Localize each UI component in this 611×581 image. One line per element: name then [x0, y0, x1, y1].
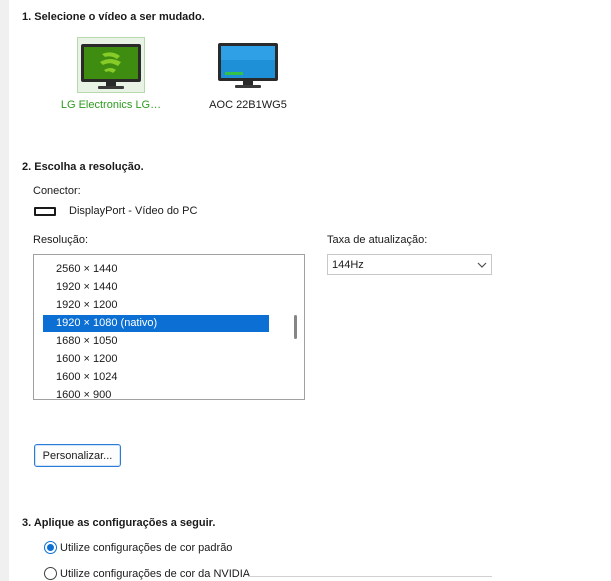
monitor-selection-frame [77, 37, 145, 93]
radio-button-checked[interactable] [44, 541, 57, 554]
list-item[interactable]: 1680 × 1050 [43, 333, 269, 350]
nvidia-monitor-icon [81, 44, 141, 89]
connector-value: DisplayPort - Vídeo do PC [69, 205, 198, 217]
displayport-icon [34, 206, 56, 216]
refresh-rate-label: Taxa de atualização: [327, 234, 428, 246]
left-panel-edge [0, 0, 9, 581]
list-item-selected[interactable]: 1920 × 1080 (nativo) [43, 315, 269, 332]
divider [248, 576, 492, 577]
refresh-rate-select[interactable]: 144Hz [327, 254, 492, 275]
section-1-title: 1. Selecione o vídeo a ser mudado. [22, 11, 205, 23]
section-2-title: 2. Escolha a resolução. [22, 161, 144, 173]
monitor-item-lg[interactable]: LG Electronics LG… [51, 37, 171, 111]
chevron-down-icon [473, 255, 491, 274]
list-item[interactable]: 1920 × 1200 [43, 297, 269, 314]
monitor-item-aoc[interactable]: AOC 22B1WG5 [188, 37, 308, 111]
radio-default-color[interactable]: Utilize configurações de cor padrão [44, 541, 232, 554]
customize-button[interactable]: Personalizar... [34, 444, 121, 467]
scrollbar-thumb[interactable] [294, 315, 297, 339]
list-item[interactable]: 1600 × 900 [43, 387, 269, 399]
list-item[interactable]: 1600 × 1024 [43, 369, 269, 386]
resolution-list[interactable]: 2560 × 1440 1920 × 1440 1920 × 1200 1920… [33, 254, 305, 400]
connector-row: DisplayPort - Vídeo do PC [34, 205, 197, 217]
monitor-label-lg: LG Electronics LG… [60, 99, 162, 111]
radio-button[interactable] [44, 567, 57, 580]
resolution-label: Resolução: [33, 234, 89, 246]
monitor-icon [218, 43, 278, 88]
radio-label: Utilize configurações de cor da NVIDIA [60, 567, 251, 580]
radio-label: Utilize configurações de cor padrão [60, 541, 233, 554]
connector-label: Conector: [33, 185, 81, 197]
list-item[interactable]: 2560 × 1440 [43, 261, 269, 278]
radio-nvidia-color[interactable]: Utilize configurações de cor da NVIDIA [44, 567, 250, 580]
list-item[interactable]: 1600 × 1200 [43, 351, 269, 368]
resolution-scrollbar[interactable] [287, 255, 304, 399]
list-item[interactable]: 1920 × 1440 [43, 279, 269, 296]
monitor-label-aoc: AOC 22B1WG5 [209, 99, 287, 111]
section-3-title: 3. Aplique as configurações a seguir. [22, 517, 216, 529]
refresh-rate-value: 144Hz [332, 258, 364, 271]
